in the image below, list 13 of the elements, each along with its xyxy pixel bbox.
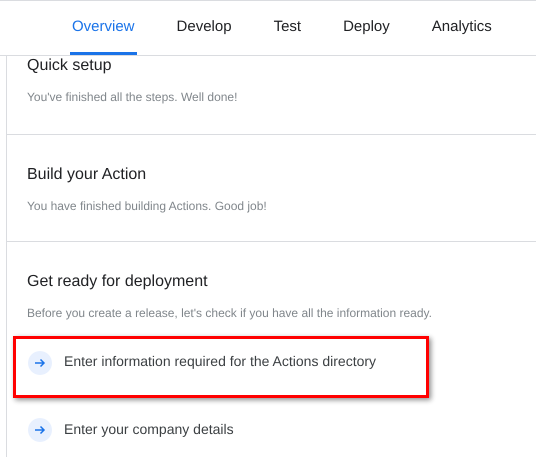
section-title: Build your Action — [27, 165, 148, 185]
tab[interactable]: Analytics — [430, 1, 494, 55]
tab[interactable]: Develop — [174, 1, 234, 55]
tab[interactable]: Overview — [70, 1, 137, 55]
tab[interactable]: Test — [272, 1, 304, 55]
section-title: Quick setup — [27, 56, 112, 76]
task-link[interactable]: Enter information required for the Actions directory — [13, 336, 429, 398]
task-link[interactable]: Enter your company details — [13, 406, 429, 446]
section-title: Get ready for deployment — [27, 272, 209, 292]
section-description: Before you create a release, let's check if you have all the information ready. — [27, 305, 433, 322]
tab[interactable]: Deploy — [341, 1, 392, 55]
section-description: You've finished all the steps. Well done! — [27, 89, 238, 106]
section-description: You have finished building Actions. Good job! — [27, 198, 268, 215]
